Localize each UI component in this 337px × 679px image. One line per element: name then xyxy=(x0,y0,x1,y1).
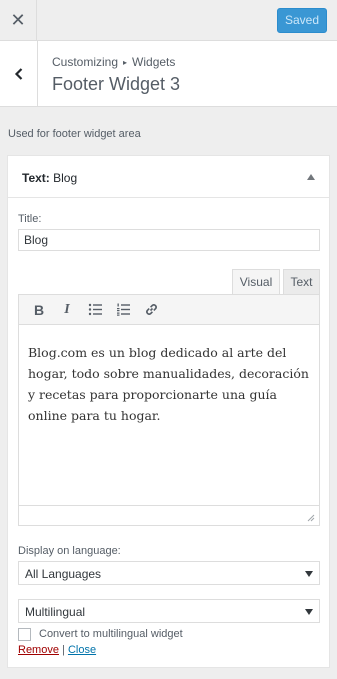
convert-label: Convert to multilingual widget xyxy=(39,628,183,640)
remove-link[interactable]: Remove xyxy=(18,644,59,656)
title-label: Title: xyxy=(18,213,42,225)
top-bar: ✕ Saved xyxy=(0,0,337,41)
numbered-list-icon[interactable] xyxy=(109,299,137,321)
action-separator: | xyxy=(62,644,65,656)
convert-checkbox[interactable] xyxy=(18,628,31,641)
section-description: Used for footer widget area xyxy=(8,128,141,140)
breadcrumb-root: Customizing xyxy=(52,55,119,69)
close-link[interactable]: Close xyxy=(68,644,96,656)
bulleted-list-icon[interactable] xyxy=(81,299,109,321)
close-icon: ✕ xyxy=(10,9,26,30)
widget-name: Blog xyxy=(53,171,78,185)
tab-text[interactable]: Text xyxy=(283,269,320,295)
breadcrumb-section: Widgets xyxy=(132,55,176,69)
tab-visual[interactable]: Visual xyxy=(232,269,280,295)
language-select[interactable]: All Languages xyxy=(18,561,320,585)
saved-button[interactable]: Saved xyxy=(277,8,327,33)
close-customizer-button[interactable]: ✕ xyxy=(0,0,37,40)
section-header: Customizing ▸ Widgets Footer Widget 3 xyxy=(0,41,337,107)
link-icon[interactable] xyxy=(137,299,165,321)
dropdown-arrow-icon xyxy=(305,609,313,615)
rich-text-editor: B I Blog.com es un blog dedicado al arte… xyxy=(18,294,320,526)
language-label: Display on language: xyxy=(18,545,121,557)
multilingual-select-value: Multilingual xyxy=(25,605,86,619)
editor-toolbar: B I xyxy=(19,295,319,325)
widget-title: Text: Blog xyxy=(22,171,77,185)
widget-actions: Remove | Close xyxy=(18,644,96,656)
language-select-value: All Languages xyxy=(25,567,102,581)
multilingual-select[interactable]: Multilingual xyxy=(18,599,320,623)
editor-content[interactable]: Blog.com es un blog dedicado al arte del… xyxy=(19,325,319,505)
bold-icon[interactable]: B xyxy=(25,299,53,321)
back-button[interactable] xyxy=(0,41,38,106)
breadcrumb-arrow-icon: ▸ xyxy=(123,58,128,67)
editor-resize-bar xyxy=(19,505,319,525)
chevron-left-icon xyxy=(14,67,22,80)
dropdown-arrow-icon xyxy=(305,571,313,577)
widget-type-label: Text: xyxy=(22,171,50,185)
collapse-arrow-icon[interactable] xyxy=(307,174,315,180)
title-input[interactable]: Blog xyxy=(18,229,320,251)
resize-handle-icon[interactable] xyxy=(306,513,315,522)
breadcrumb: Customizing ▸ Widgets xyxy=(52,55,175,69)
italic-icon[interactable]: I xyxy=(53,299,81,321)
page-title: Footer Widget 3 xyxy=(52,74,181,94)
widget-header[interactable]: Text: Blog xyxy=(8,156,329,198)
text-widget: Text: Blog Title: Blog Visual Text B I B… xyxy=(7,155,330,668)
